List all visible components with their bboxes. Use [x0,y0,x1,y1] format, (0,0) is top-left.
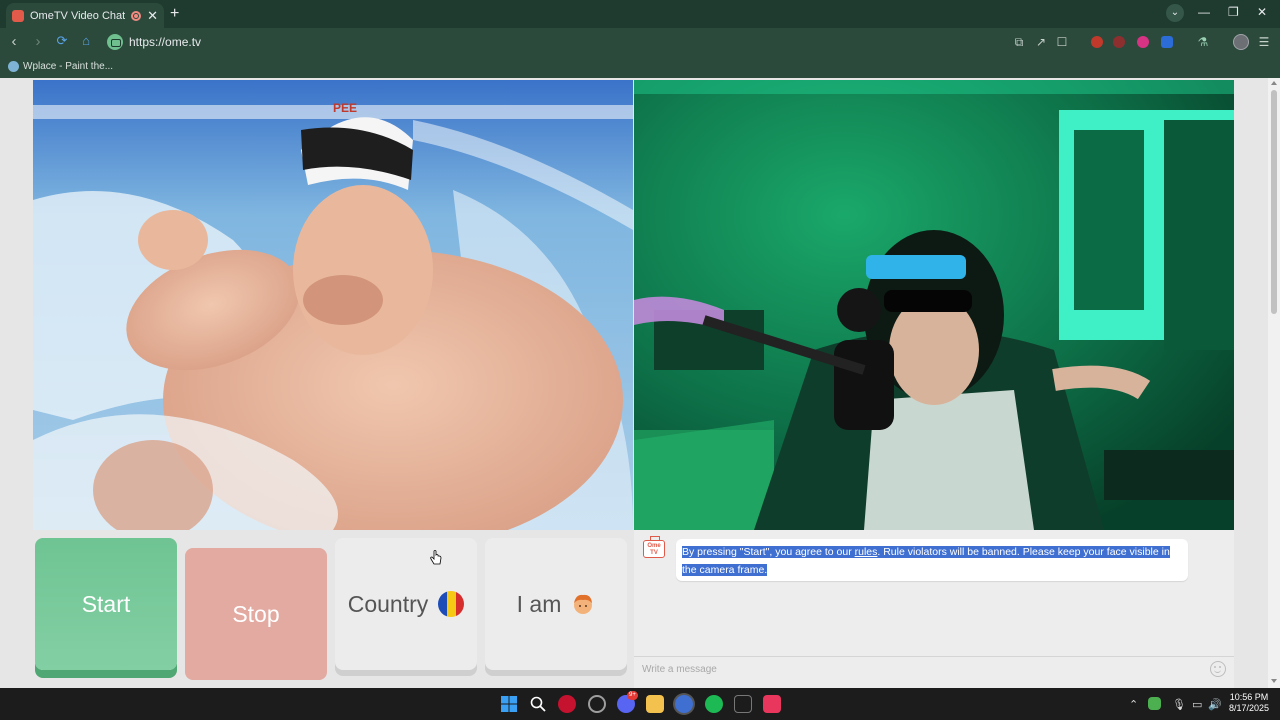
bookmarks-bar: Wplace - Paint the... [0,56,1280,78]
browser-tab[interactable]: OmeTV Video Chat — Omegle ✕ [6,3,164,28]
gender-button[interactable]: I am [485,538,627,670]
restore-icon[interactable]: ❐ [1228,5,1239,19]
stranger-video: PEE [33,80,633,530]
rules-link[interactable]: rules [855,546,878,558]
minimize-icon[interactable]: — [1198,5,1210,19]
system-message: By pressing "Start", you agree to our ru… [676,539,1188,581]
page-content: PEE Start Stop Country I am Ome TV By pr… [0,78,1280,688]
message-input[interactable]: Write a message [634,656,1234,688]
forward-icon[interactable]: › [30,33,46,50]
capcut-icon[interactable] [734,695,752,713]
extension-blue-icon[interactable] [1161,36,1173,48]
self-video [634,80,1234,530]
address-bar[interactable]: https://ome.tv [129,35,201,49]
ometv-favicon-icon [12,9,24,22]
start-button-label: Start [81,590,131,617]
tray-overflow-icon[interactable]: ⌃ [1129,698,1138,711]
extension-shield-icon[interactable] [1091,36,1103,48]
message-input-placeholder: Write a message [642,664,717,675]
home-icon[interactable]: ⌂ [78,33,94,48]
file-explorer-icon[interactable] [646,695,664,713]
system-clock[interactable]: 10:56 PM 8/17/2025 [1226,692,1272,714]
search-icon[interactable] [529,695,547,713]
browser-icon[interactable] [675,695,693,713]
extension-red-icon[interactable] [1113,36,1125,48]
windows-start-icon[interactable] [500,695,518,713]
bookmark-icon[interactable]: ☐ [1055,35,1069,49]
new-tab-button[interactable]: + [170,5,179,23]
gender-button-label: I am [516,590,562,617]
start-button[interactable]: Start [35,538,177,670]
volume-icon[interactable]: 🔊 [1208,698,1222,711]
profile-avatar[interactable] [1233,34,1249,50]
tab-close-icon[interactable]: ✕ [147,9,158,22]
tab-title: OmeTV Video Chat — Omegle [30,9,126,22]
emoji-icon[interactable] [1210,661,1226,677]
site-info-icon[interactable] [107,34,123,50]
svg-text:PEE: PEE [333,101,357,115]
extension-pink-icon[interactable] [1137,36,1149,48]
network-icon[interactable]: ▭ [1192,698,1202,711]
clock-time: 10:56 PM [1229,692,1269,702]
ometv-logo: Ome TV [643,540,665,558]
tab-search-icon[interactable]: ⌄ [1166,4,1184,22]
hand-cursor-icon [430,550,442,566]
page-scrollbar[interactable] [1268,78,1280,688]
spotify-icon[interactable] [705,695,723,713]
wplace-bookmark-icon [8,61,19,72]
boy-face-icon [571,592,595,616]
discord-badge: 9+ [627,691,638,700]
discord-icon[interactable]: 9+ [617,691,638,713]
romania-flag-icon [438,591,465,617]
share-icon[interactable]: ↗ [1034,35,1048,49]
tiktok-icon[interactable] [763,695,781,713]
tray-app-icon[interactable] [1148,697,1161,710]
labs-flask-icon[interactable]: ⚗ [1196,35,1210,49]
scroll-down-icon[interactable] [1271,679,1277,683]
recording-indicator-icon [131,10,142,21]
reload-icon[interactable]: ⟳ [54,33,70,49]
windows-taskbar: 9+ ⌃ 🎙 ▭ 🔊 10:56 PM 8/17/2025 [0,688,1280,720]
browser-tab-bar: OmeTV Video Chat — Omegle ✕ + ⌄ — ❐ ✕ [0,0,1280,28]
browser-toolbar: ‹ › ⟳ ⌂ https://ome.tv ⧉ ↗ ☐ ⚗ ☰ [0,28,1280,56]
stop-button[interactable]: Stop [185,548,327,680]
chat-panel: Ome TV By pressing "Start", you agree to… [634,530,1234,688]
scroll-thumb[interactable] [1271,90,1277,314]
scroll-up-icon[interactable] [1271,81,1277,85]
system-message-text: By pressing "Start", you agree to our ru… [682,546,1170,576]
back-icon[interactable]: ‹ [6,33,22,50]
bookmark-wplace[interactable]: Wplace - Paint the... [23,61,113,72]
microphone-icon[interactable]: 🎙 [1172,698,1186,711]
clock-date: 8/17/2025 [1228,703,1270,713]
country-button[interactable]: Country [335,538,477,670]
app-icon[interactable] [588,695,606,713]
window-close-icon[interactable]: ✕ [1257,5,1267,19]
country-button-label: Country [347,590,429,617]
install-app-icon[interactable]: ⧉ [1012,35,1026,49]
stop-button-label: Stop [232,600,280,627]
media-player-icon[interactable] [558,695,576,713]
menu-icon[interactable]: ☰ [1257,35,1271,49]
